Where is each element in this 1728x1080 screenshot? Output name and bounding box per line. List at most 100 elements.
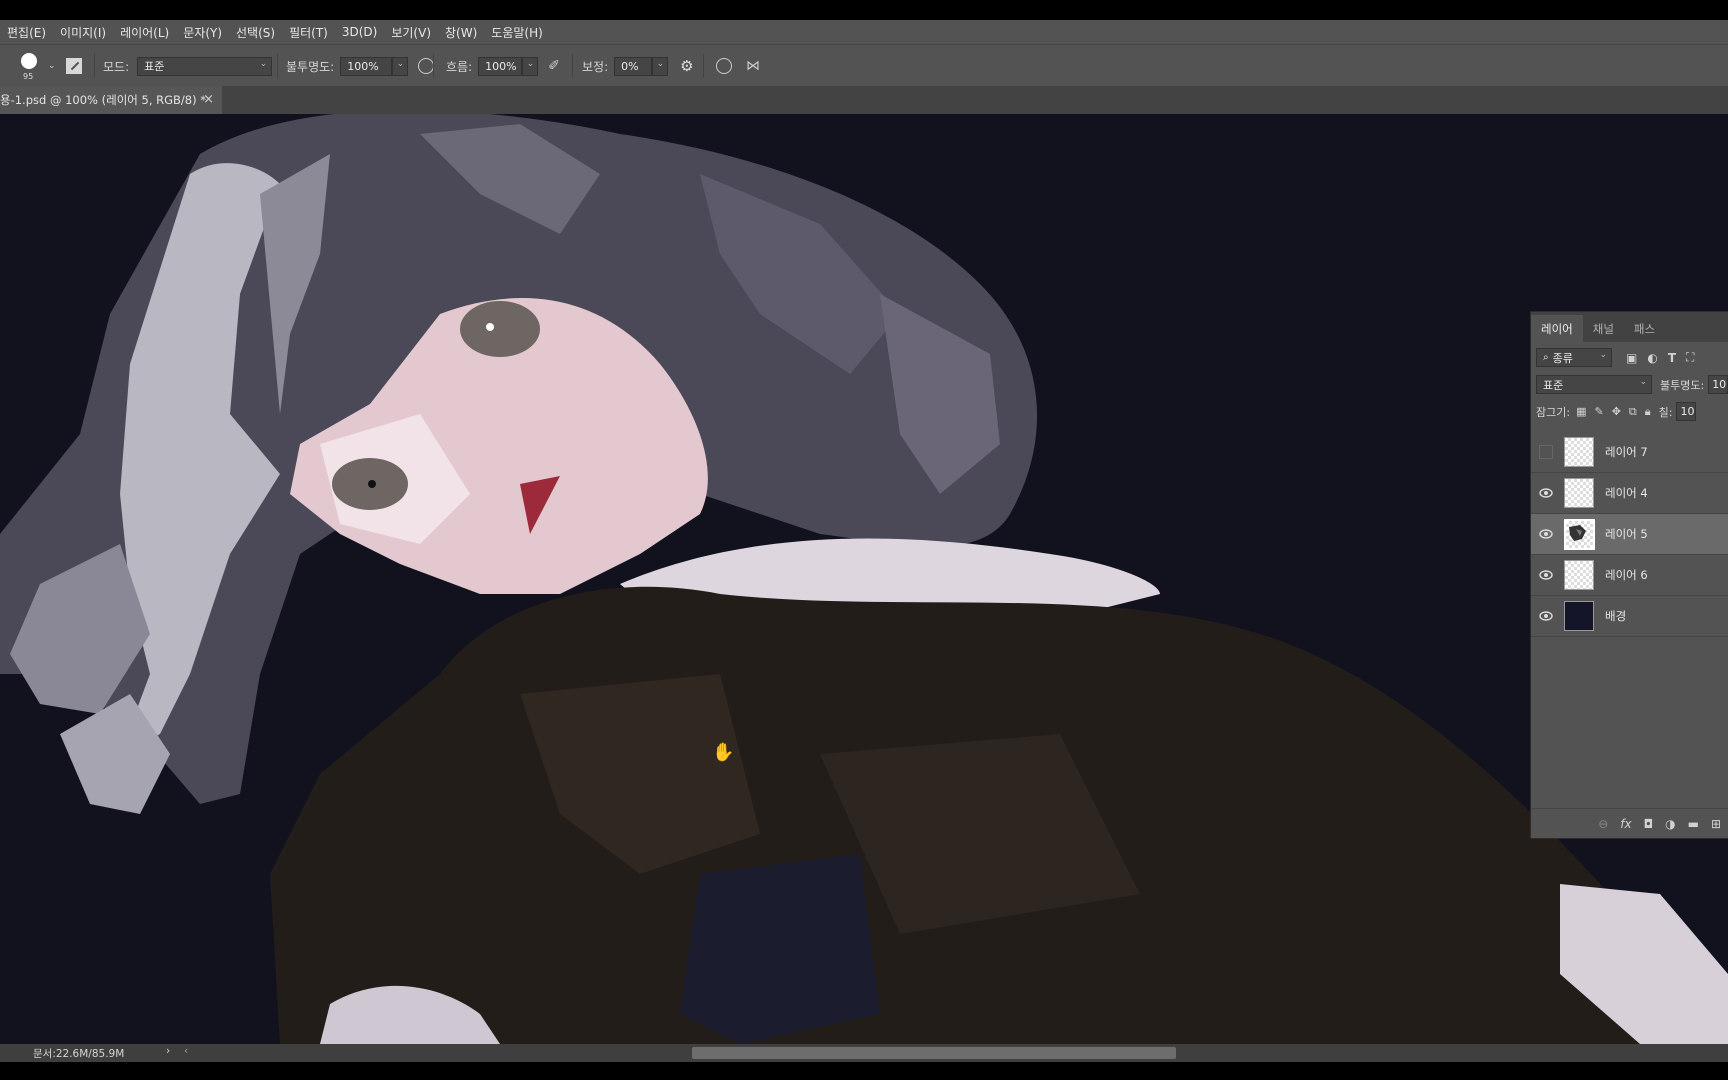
- brush-panel-toggle[interactable]: [66, 45, 82, 87]
- opacity-input[interactable]: 100%: [340, 56, 393, 76]
- chevron-down-icon: ⌄: [48, 61, 56, 71]
- menu-item[interactable]: 문자(Y): [176, 24, 229, 41]
- adjustment-layer-icon[interactable]: ◑: [1665, 817, 1675, 831]
- menu-item[interactable]: 도움말(H): [484, 24, 550, 41]
- smoothing-label: 보정:: [582, 59, 609, 74]
- layer-thumbnail: [1564, 437, 1594, 467]
- filter-kind-value: 종류: [1552, 351, 1573, 365]
- lock-paint-icon[interactable]: ✎: [1594, 405, 1603, 418]
- folder-icon[interactable]: ▬: [1688, 817, 1699, 831]
- fx-icon[interactable]: fx: [1620, 817, 1631, 831]
- fill-input[interactable]: 10: [1676, 402, 1697, 421]
- filter-row: ⌕ 종류 ⌄ ▣ ◐ T ⛶: [1536, 348, 1694, 367]
- menu-item[interactable]: 이미지(I): [53, 24, 113, 41]
- mask-icon[interactable]: ◘: [1644, 817, 1654, 831]
- document-tab-bar: 용-1.psd @ 100% (레이어 5, RGB/8) * ×: [0, 86, 1728, 114]
- mode-label: 모드:: [103, 59, 130, 74]
- brush-settings-icon: [66, 58, 82, 74]
- layer-row[interactable]: 레이어 5: [1531, 514, 1728, 555]
- pressure-size-icon[interactable]: [716, 58, 732, 74]
- filter-kind-select[interactable]: ⌕ 종류 ⌄: [1536, 348, 1612, 367]
- opacity-label: 불투명도:: [286, 59, 335, 74]
- layer-name: 레이어 4: [1605, 486, 1648, 500]
- panel-tabs: 레이어 채널 패스: [1531, 312, 1728, 342]
- document-tab[interactable]: 용-1.psd @ 100% (레이어 5, RGB/8) * ×: [0, 86, 222, 114]
- adjustment-filter-icon[interactable]: ◐: [1647, 351, 1657, 365]
- layer-opacity-value: 10: [1712, 378, 1727, 391]
- link-icon[interactable]: ⊖: [1598, 817, 1608, 831]
- scroll-left-icon[interactable]: ‹: [184, 1045, 188, 1057]
- layers-panel: 레이어 채널 패스 ⌕ 종류 ⌄ ▣ ◐ T ⛶ 표준 ⌄ 불투명도: 10 잠그기…: [1530, 311, 1728, 839]
- visibility-off-icon[interactable]: [1537, 443, 1555, 461]
- mode-select[interactable]: 표준 ⌄: [137, 56, 273, 76]
- eye-icon[interactable]: [1537, 566, 1555, 584]
- flow-label: 흐름:: [446, 59, 473, 74]
- image-filter-icon[interactable]: ▣: [1626, 351, 1637, 365]
- lock-all-icon[interactable]: 🔒︎: [1645, 405, 1651, 419]
- blend-mode-select[interactable]: 표준 ⌄: [1536, 375, 1652, 394]
- gear-icon[interactable]: ⚙: [680, 57, 693, 75]
- panel-tab[interactable]: 채널: [1583, 315, 1624, 342]
- layer-thumbnail: [1564, 601, 1594, 631]
- eye-icon[interactable]: [1537, 607, 1555, 625]
- layer-thumbnail: [1564, 518, 1595, 550]
- lock-move-icon[interactable]: ✥: [1612, 405, 1621, 418]
- chevron-down-icon: ⌄: [396, 58, 405, 69]
- status-bar: 문서:22.6M/85.9M › ‹: [0, 1044, 1728, 1062]
- smoothing-dropdown[interactable]: ⌄: [652, 56, 669, 76]
- menu-item[interactable]: 3D(D): [335, 25, 384, 39]
- chevron-down-icon: ⌄: [526, 58, 535, 69]
- menu-item[interactable]: 창(W): [438, 24, 484, 41]
- panel-tab[interactable]: 레이어: [1531, 315, 1583, 342]
- new-layer-icon[interactable]: ⊞: [1711, 817, 1721, 831]
- chevron-down-icon: ⌄: [259, 58, 268, 69]
- flow-value: 100%: [485, 59, 517, 73]
- lock-label: 잠그기:: [1536, 405, 1571, 419]
- airbrush-icon[interactable]: ✐: [548, 58, 560, 74]
- layer-row[interactable]: 레이어 4: [1531, 473, 1728, 514]
- layer-name: 레이어 5: [1605, 527, 1648, 541]
- layer-opacity-input[interactable]: 10: [1708, 375, 1728, 394]
- fill-label: 칠:: [1658, 405, 1673, 419]
- lock-artboard-icon[interactable]: ⧉: [1629, 405, 1637, 419]
- menu-item[interactable]: 편집(E): [0, 24, 53, 41]
- brush-size-label: 95: [23, 72, 34, 81]
- status-expand-icon[interactable]: ›: [166, 1045, 170, 1057]
- eye-icon[interactable]: [1537, 525, 1555, 543]
- layer-row[interactable]: 레이어 6: [1531, 555, 1728, 596]
- lock-transparent-icon[interactable]: ▦: [1576, 405, 1586, 418]
- doc-size-info: 문서:22.6M/85.9M: [33, 1048, 125, 1060]
- flow-dropdown[interactable]: ⌄: [522, 56, 539, 76]
- symmetry-icon[interactable]: ⋈: [746, 58, 760, 74]
- eye-icon[interactable]: [1537, 484, 1555, 502]
- text-filter-icon[interactable]: T: [1668, 351, 1676, 365]
- opacity-dropdown[interactable]: ⌄: [392, 56, 409, 76]
- layer-row[interactable]: 레이어 7: [1531, 432, 1728, 473]
- shape-filter-icon[interactable]: ⛶: [1686, 350, 1694, 365]
- layer-thumbnail: [1564, 560, 1594, 590]
- menu-item[interactable]: 보기(V): [384, 24, 438, 41]
- blend-mode-value: 표준: [1543, 378, 1564, 392]
- menu-item[interactable]: 필터(T): [282, 24, 335, 41]
- hand-cursor-icon: ✋: [712, 741, 734, 763]
- tool-options-bar: 95 ⌄ 모드: 표준 ⌄ 불투명도: 100% ⌄ 흐름: 100% ⌄ ✐ …: [0, 44, 1728, 88]
- document-tab-title: 용-1.psd @ 100% (레이어 5, RGB/8) *: [0, 93, 207, 107]
- layer-name: 배경: [1605, 609, 1627, 623]
- menu-item[interactable]: 선택(S): [229, 24, 282, 41]
- layer-row[interactable]: 배경: [1531, 596, 1728, 637]
- brush-preset-picker[interactable]: 95 ⌄: [16, 45, 56, 87]
- menu-item[interactable]: 레이어(L): [113, 24, 176, 41]
- smoothing-input[interactable]: 0%: [614, 56, 653, 76]
- layers-panel-footer: ⊖ fx ◘ ◑ ▬ ⊞: [1531, 808, 1728, 838]
- mode-value: 표준: [144, 60, 165, 73]
- menu-bar: 편집(E) 이미지(I) 레이어(L) 문자(Y) 선택(S) 필터(T) 3D(D) 보기(…: [0, 20, 1728, 44]
- panel-tab[interactable]: 패스: [1624, 315, 1665, 342]
- canvas-area[interactable]: ✋: [0, 114, 1728, 1044]
- flow-input[interactable]: 100%: [478, 56, 523, 76]
- horizontal-scrollbar-thumb[interactable]: [692, 1047, 1176, 1059]
- brush-tip-icon: [21, 53, 37, 69]
- chevron-down-icon: ⌄: [656, 58, 665, 69]
- close-icon[interactable]: ×: [203, 92, 214, 107]
- artwork: ✋: [0, 114, 1728, 1044]
- pressure-opacity-icon[interactable]: [418, 58, 435, 74]
